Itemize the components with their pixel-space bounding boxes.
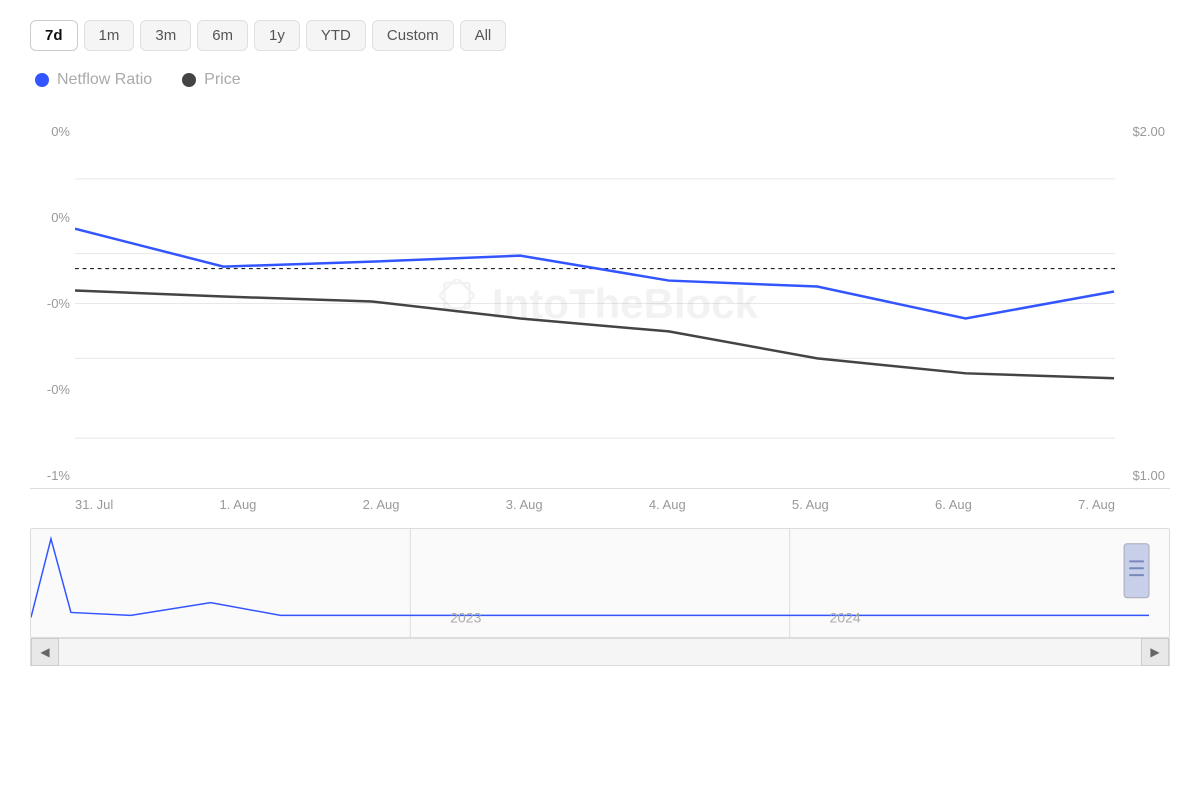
- y-left-2: -0%: [30, 296, 75, 311]
- y-left-0: 0%: [30, 124, 75, 139]
- legend-netflow: Netflow Ratio: [35, 71, 152, 89]
- scroll-track[interactable]: [59, 639, 1141, 665]
- x-axis: 31. Jul 1. Aug 2. Aug 3. Aug 4. Aug 5. A…: [75, 489, 1115, 520]
- time-btn-1m[interactable]: 1m: [84, 20, 135, 51]
- y-axis-left: 0% 0% -0% -0% -1%: [30, 119, 75, 488]
- y-right-0: $2.00: [1132, 124, 1170, 139]
- x-label-0: 31. Jul: [75, 497, 113, 512]
- x-label-3: 3. Aug: [506, 497, 543, 512]
- x-label-7: 7. Aug: [1078, 497, 1115, 512]
- scroll-bar: ◀ ▶: [30, 638, 1170, 666]
- time-btn-all[interactable]: All: [460, 20, 507, 51]
- svg-text:2024: 2024: [830, 609, 861, 625]
- svg-text:2023: 2023: [450, 609, 481, 625]
- chart-wrapper: 0% 0% -0% -0% -1% $2.00 $1.00: [30, 119, 1170, 666]
- scroll-right-arrow[interactable]: ▶: [1141, 638, 1169, 666]
- scroll-left-arrow[interactable]: ◀: [31, 638, 59, 666]
- price-dot: [182, 73, 196, 87]
- x-label-6: 6. Aug: [935, 497, 972, 512]
- time-btn-3m[interactable]: 3m: [140, 20, 191, 51]
- y-left-4: -1%: [30, 468, 75, 483]
- x-label-4: 4. Aug: [649, 497, 686, 512]
- main-chart: 0% 0% -0% -0% -1% $2.00 $1.00: [30, 119, 1170, 489]
- chart-svg-container: IntoTheBlock: [75, 119, 1115, 488]
- netflow-dot: [35, 73, 49, 87]
- x-label-5: 5. Aug: [792, 497, 829, 512]
- main-svg: [75, 119, 1115, 488]
- y-left-1: 0%: [30, 210, 75, 225]
- y-axis-right: $2.00 $1.00: [1115, 119, 1170, 488]
- price-label: Price: [204, 71, 240, 89]
- netflow-line: [75, 229, 1114, 319]
- y-right-4: $1.00: [1132, 468, 1170, 483]
- time-btn-6m[interactable]: 6m: [197, 20, 248, 51]
- time-range-selector: 7d 1m 3m 6m 1y YTD Custom All: [30, 20, 1170, 51]
- time-btn-custom[interactable]: Custom: [372, 20, 454, 51]
- main-container: 7d 1m 3m 6m 1y YTD Custom All Netflow Ra…: [0, 0, 1200, 800]
- x-label-2: 2. Aug: [363, 497, 400, 512]
- mini-chart: 2023 2024: [30, 528, 1170, 638]
- time-btn-7d[interactable]: 7d: [30, 20, 78, 51]
- time-btn-1y[interactable]: 1y: [254, 20, 300, 51]
- netflow-label: Netflow Ratio: [57, 71, 152, 89]
- chart-legend: Netflow Ratio Price: [30, 71, 1170, 89]
- mini-chart-svg: 2023 2024: [31, 529, 1169, 637]
- y-left-3: -0%: [30, 382, 75, 397]
- time-btn-ytd[interactable]: YTD: [306, 20, 366, 51]
- legend-price: Price: [182, 71, 240, 89]
- x-label-1: 1. Aug: [220, 497, 257, 512]
